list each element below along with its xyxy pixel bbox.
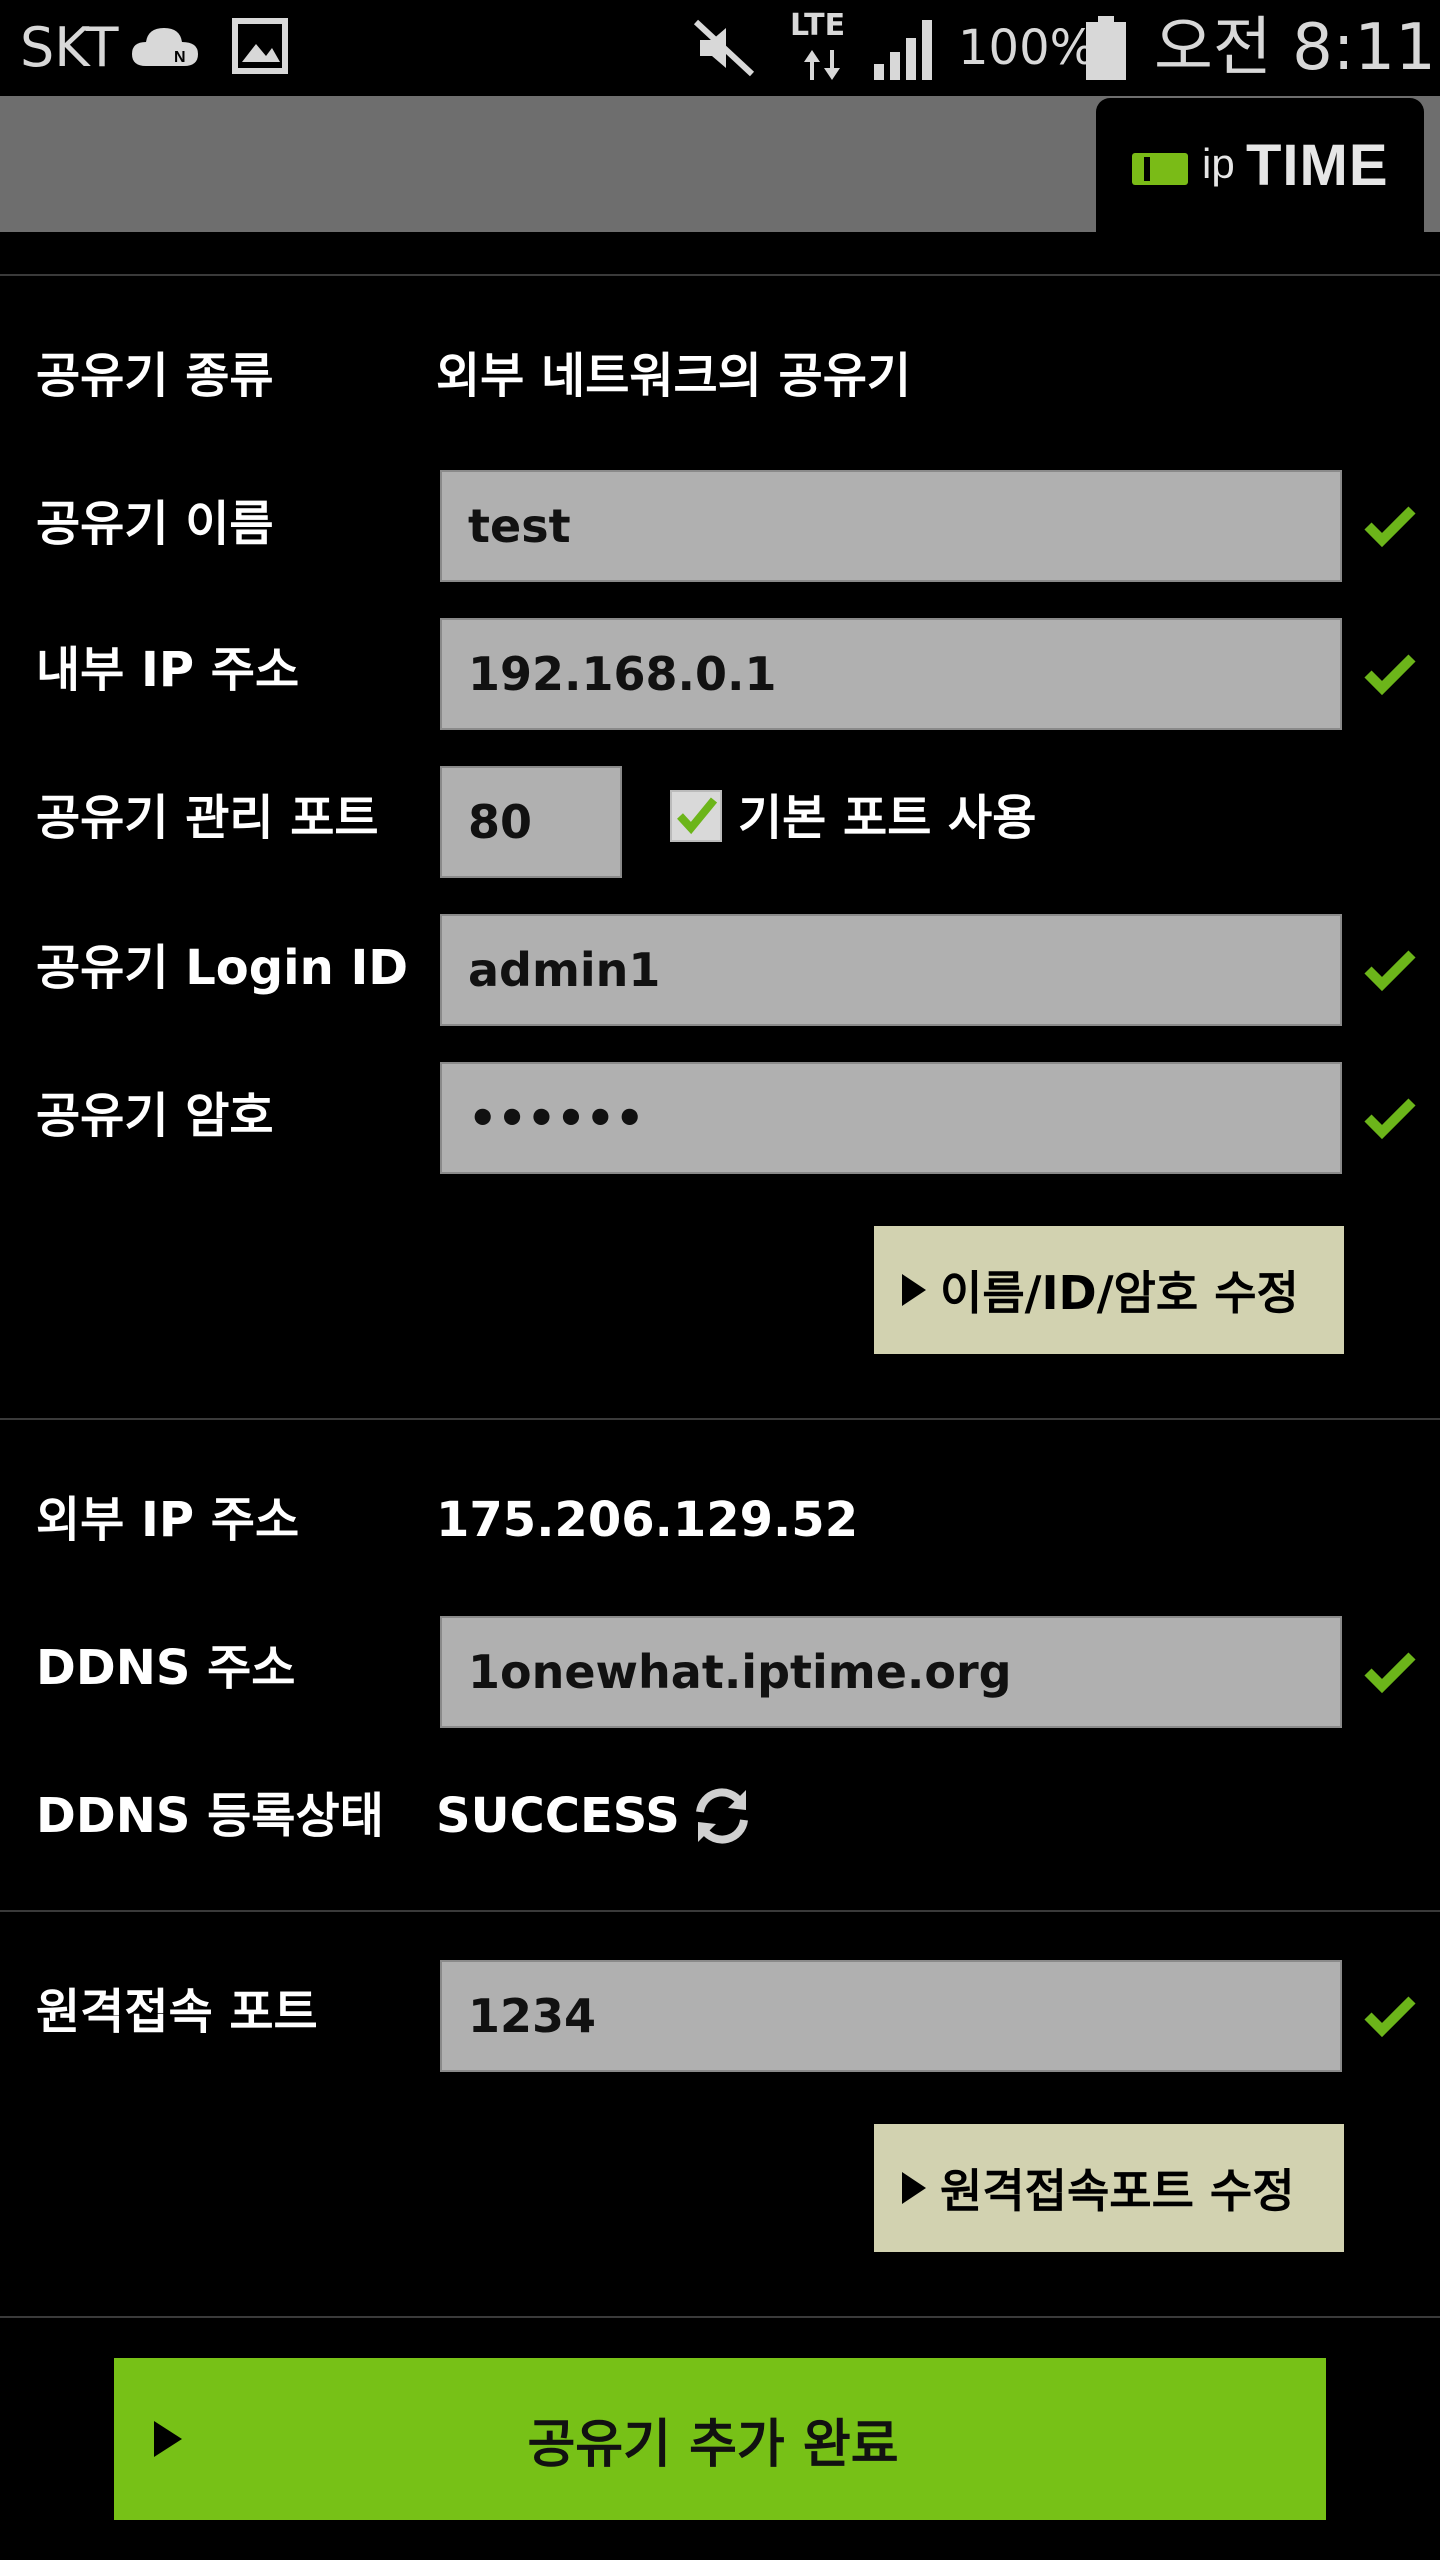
check-icon <box>1362 1644 1418 1700</box>
external-ip-label: 외부 IP 주소 <box>36 1492 300 1548</box>
internal-ip-label: 내부 IP 주소 <box>36 642 300 698</box>
remote-port-label: 원격접속 포트 <box>36 1984 318 2040</box>
carrier-label: SKT <box>20 16 119 79</box>
login-id-label: 공유기 Login ID <box>36 940 409 996</box>
router-name-input[interactable] <box>440 470 1342 582</box>
add-router-complete-label: 공유기 추가 완료 <box>527 2414 899 2475</box>
admin-port-input[interactable] <box>440 766 622 878</box>
ddns-input[interactable] <box>440 1616 1342 1728</box>
password-label: 공유기 암호 <box>36 1088 274 1144</box>
logo-time-text: TIME <box>1246 133 1389 198</box>
internal-ip-input[interactable] <box>440 618 1342 730</box>
section-divider <box>0 2316 1440 2318</box>
play-triangle-icon <box>154 2421 182 2457</box>
remote-port-input[interactable] <box>440 1960 1342 2072</box>
edit-credentials-label: 이름/ID/암호 수정 <box>940 1266 1299 1320</box>
svg-text:N: N <box>174 49 186 66</box>
section-divider <box>0 274 1440 276</box>
data-arrows-icon <box>800 48 844 86</box>
image-icon <box>230 16 290 80</box>
add-router-complete-button[interactable]: 공유기 추가 완료 <box>114 2358 1326 2520</box>
logo-ip-text: ip <box>1202 140 1235 187</box>
edit-credentials-button[interactable]: 이름/ID/암호 수정 <box>874 1226 1344 1354</box>
check-icon <box>1362 498 1418 554</box>
login-id-input[interactable] <box>440 914 1342 1026</box>
admin-port-label: 공유기 관리 포트 <box>36 790 379 846</box>
check-icon <box>1362 1090 1418 1146</box>
router-type-label: 공유기 종류 <box>36 348 274 404</box>
play-triangle-icon <box>902 2172 926 2204</box>
password-input[interactable] <box>440 1062 1342 1174</box>
check-icon <box>1362 1988 1418 2044</box>
battery-icon <box>1084 14 1128 86</box>
ddns-label: DDNS 주소 <box>36 1640 296 1696</box>
ddns-status-label: DDNS 등록상태 <box>36 1788 384 1844</box>
external-ip-value: 175.206.129.52 <box>436 1492 859 1548</box>
logo-mark-slot <box>1144 157 1150 181</box>
default-port-label: 기본 포트 사용 <box>738 790 1037 846</box>
play-triangle-icon <box>902 1274 926 1306</box>
battery-percent: 100% <box>958 20 1096 76</box>
check-icon <box>1362 646 1418 702</box>
default-port-checkbox[interactable] <box>670 790 722 842</box>
refresh-icon[interactable] <box>688 1782 756 1854</box>
signal-icon <box>872 14 940 86</box>
check-icon <box>1362 942 1418 998</box>
checkmark-icon <box>677 797 718 835</box>
mute-icon <box>690 16 758 84</box>
edit-remote-port-label: 원격접속포트 수정 <box>940 2164 1295 2218</box>
network-type: LTE <box>790 8 846 43</box>
edit-remote-port-button[interactable]: 원격접속포트 수정 <box>874 2124 1344 2252</box>
ddns-status-value: SUCCESS <box>436 1788 680 1844</box>
logo-mark-icon <box>1132 153 1188 185</box>
router-name-label: 공유기 이름 <box>36 496 274 552</box>
section-divider <box>0 1910 1440 1912</box>
router-type-value: 외부 네트워크의 공유기 <box>436 348 912 404</box>
cloud-icon: N <box>128 18 202 78</box>
clock: 오전 8:11 <box>1154 11 1436 85</box>
section-divider <box>0 1418 1440 1420</box>
